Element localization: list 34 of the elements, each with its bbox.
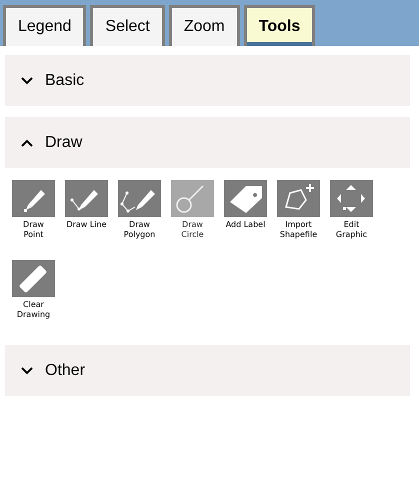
section-title: Draw [45,134,82,152]
tool-button[interactable]: Draw Polygon [118,180,161,240]
tab[interactable]: Select [90,5,165,46]
pencil-icon [12,180,55,217]
tool-label: Draw Polygon [122,220,156,240]
chevron-up-icon [21,138,33,146]
tool-label: Draw Line [66,220,107,230]
pentagon-plus-icon [277,180,320,217]
tool-button[interactable]: Draw Line [65,180,108,240]
pencil-polygon-icon [118,180,161,217]
tool-button[interactable]: Draw Point [12,180,55,240]
tool-button[interactable]: Import Shapefile [277,180,320,240]
tool-label: Draw Circle [180,220,205,240]
tool-label: Draw Point [22,220,45,240]
tool-button[interactable]: Edit Graphic [330,180,373,240]
arrows-icon [330,180,373,217]
tab[interactable]: Zoom [168,5,240,46]
section-header[interactable]: Draw [5,117,410,168]
tool-label: Edit Graphic [334,220,368,240]
tool-label: Import Shapefile [278,220,318,240]
section-header[interactable]: Other [5,345,410,396]
tool-label: Add Label [226,220,266,230]
section-header[interactable]: Basic [5,55,410,106]
tool-button[interactable]: Clear Drawing [12,260,55,320]
tab[interactable]: Legend [3,5,86,46]
tool-label: Clear Drawing [16,300,52,320]
eraser-icon [12,260,55,297]
section-title: Other [45,362,86,380]
chevron-down-icon [21,76,33,84]
tab[interactable]: Tools [244,5,316,46]
section-title: Basic [45,72,84,90]
chevron-down-icon [21,366,33,374]
tool-button[interactable]: Add Label [224,180,267,240]
tag-icon [224,180,267,217]
